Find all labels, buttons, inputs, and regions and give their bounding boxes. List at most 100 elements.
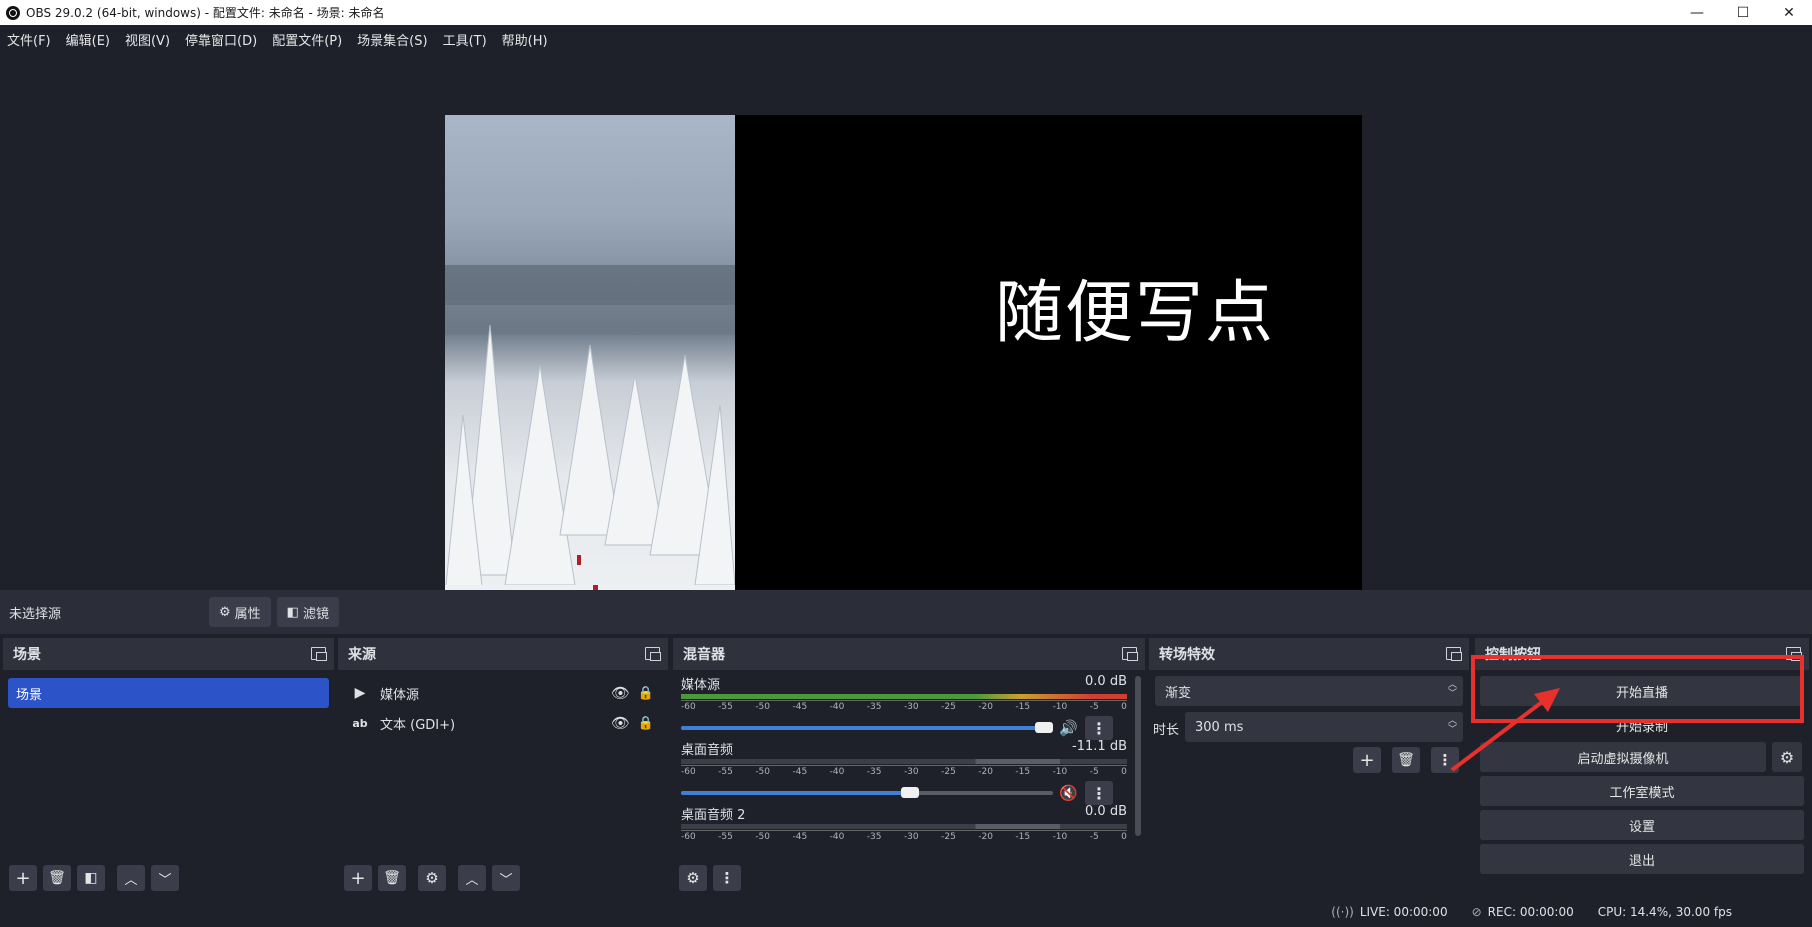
- add-scene-button[interactable]: +: [9, 865, 37, 891]
- meter-tick-label: -25: [941, 832, 956, 842]
- speaker-icon[interactable]: 🔊: [1059, 719, 1078, 737]
- lock-icon[interactable]: 🔒: [638, 686, 654, 701]
- menu-view[interactable]: 视图(V): [125, 30, 170, 49]
- scene-filters-button[interactable]: ◧: [77, 865, 105, 891]
- add-transition-button[interactable]: +: [1353, 747, 1381, 773]
- mixer-scrollbar[interactable]: [1135, 676, 1141, 836]
- trash-icon: 🗑: [383, 870, 401, 886]
- volume-fader[interactable]: 🔇 ⋮: [681, 781, 1127, 805]
- eye-icon[interactable]: 👁: [611, 714, 630, 732]
- media-source-video[interactable]: [445, 115, 735, 630]
- chevron-down-icon: ﹀: [499, 872, 513, 888]
- fader-knob[interactable]: [901, 787, 919, 798]
- meter-tick-label: -15: [1015, 832, 1031, 842]
- add-source-button[interactable]: +: [344, 865, 372, 891]
- meter-tick-label: 0: [1121, 832, 1127, 842]
- move-scene-down-button[interactable]: ﹀: [151, 865, 179, 891]
- remove-source-button[interactable]: 🗑: [378, 865, 406, 891]
- channel-name: 桌面音频 2: [681, 808, 746, 823]
- studio-mode-button[interactable]: 工作室模式: [1480, 776, 1804, 806]
- filters-button[interactable]: ◧ 滤镜: [276, 597, 339, 627]
- cpu-status: CPU: 14.4%, 30.00 fps: [1597, 904, 1732, 919]
- source-properties-button[interactable]: ⚙: [418, 865, 446, 891]
- volume-fader[interactable]: 🔊 ⋮: [681, 716, 1127, 740]
- exit-button[interactable]: 退出: [1480, 844, 1804, 874]
- eye-icon[interactable]: 👁: [611, 684, 630, 702]
- undock-icon[interactable]: [1122, 647, 1138, 661]
- meter-tick-label: -30: [903, 767, 919, 777]
- menu-scene-collection[interactable]: 场景集合(S): [357, 30, 427, 49]
- meter-tick-label: -35: [866, 702, 882, 712]
- meter-tick-label: -5: [1089, 767, 1099, 777]
- channel-db: 0.0 dB: [1085, 804, 1127, 819]
- move-scene-up-button[interactable]: ︿: [117, 865, 145, 891]
- move-source-down-button[interactable]: ﹀: [492, 865, 520, 891]
- source-toolbar: 未选择源 ⚙ 属性 ◧ 滤镜: [0, 590, 1812, 634]
- meter-scale: -60 -55 -50 -45 -40 -35 -30 -25 -20 -15 -10 -5 0: [681, 765, 1127, 779]
- menu-file[interactable]: 文件(F): [7, 30, 51, 49]
- no-source-selected-label: 未选择源: [9, 606, 62, 622]
- channel-menu-button[interactable]: ⋮: [1085, 781, 1113, 805]
- maximize-button[interactable]: ☐: [1720, 0, 1766, 25]
- settings-button[interactable]: 设置: [1480, 810, 1804, 840]
- menu-tools[interactable]: 工具(T): [443, 30, 487, 49]
- channel-menu-button[interactable]: ⋮: [1085, 716, 1113, 740]
- meter-tick-label: -30: [903, 702, 919, 712]
- preview-area[interactable]: 随便写点: [0, 54, 1812, 632]
- advanced-audio-button[interactable]: ⚙: [679, 865, 707, 891]
- source-item-text[interactable]: ab 文本 (GDI+) 👁 🔒: [350, 710, 660, 736]
- meter-tick-label: -5: [1089, 832, 1099, 842]
- virtual-camera-settings-button[interactable]: ⚙: [1772, 742, 1802, 772]
- menu-help[interactable]: 帮助(H): [502, 30, 548, 49]
- fader-knob[interactable]: [1035, 722, 1053, 733]
- scene-item[interactable]: 场景: [8, 678, 329, 708]
- meter-tick-label: -60: [681, 832, 696, 842]
- filters-label: 滤镜: [302, 606, 329, 622]
- muted-speaker-icon[interactable]: 🔇: [1059, 784, 1078, 802]
- text-icon: ab: [352, 716, 368, 730]
- meter-tick-label: -20: [978, 702, 993, 712]
- menu-docks[interactable]: 停靠窗口(D): [185, 30, 257, 49]
- title-bar: OBS 29.0.2 (64-bit, windows) - 配置文件: 未命名…: [0, 0, 1812, 25]
- undock-icon[interactable]: [1446, 647, 1462, 661]
- window-controls: — ☐ ✕: [1674, 0, 1812, 25]
- undock-icon[interactable]: [311, 647, 327, 661]
- move-source-up-button[interactable]: ︿: [458, 865, 486, 891]
- remove-scene-button[interactable]: 🗑: [43, 865, 71, 891]
- scenes-footer: + 🗑 ◧ ︿ ﹀: [3, 861, 334, 895]
- meter-tick-label: -20: [978, 832, 993, 842]
- properties-button[interactable]: ⚙ 属性: [209, 597, 271, 627]
- meter-tick-label: -55: [718, 702, 733, 712]
- scenes-dock: 场景 场景 + 🗑 ◧ ︿ ﹀: [3, 638, 334, 895]
- menu-edit[interactable]: 编辑(E): [66, 30, 110, 49]
- scenes-list: 场景 + 🗑 ◧ ︿ ﹀: [3, 670, 334, 895]
- text-source-content[interactable]: 随便写点: [995, 257, 1275, 356]
- lock-icon[interactable]: 🔒: [638, 716, 654, 731]
- menu-profile[interactable]: 配置文件(P): [272, 30, 342, 49]
- meter-tick-label: -35: [866, 767, 882, 777]
- duration-spinbox[interactable]: 300 ms ︿ ﹀: [1185, 712, 1463, 742]
- source-item-media[interactable]: ▶ 媒体源 👁 🔒: [350, 680, 660, 706]
- undock-icon[interactable]: [645, 647, 661, 661]
- mixer-channel-header: 桌面音频 2 0.0 dB: [681, 804, 1127, 823]
- preview-canvas[interactable]: 随便写点: [445, 115, 1362, 630]
- mixer-menu-button[interactable]: ⋮: [713, 865, 741, 891]
- status-bar: ((·)) LIVE: 00:00:00 ⊘ REC: 00:00:00 CPU…: [0, 896, 1812, 927]
- transition-select[interactable]: 渐变 ︿ ﹀: [1155, 676, 1463, 706]
- close-button[interactable]: ✕: [1766, 0, 1812, 25]
- filter-icon: ◧: [286, 604, 299, 620]
- gear-icon: ⚙: [219, 604, 231, 620]
- preview-scrollbar[interactable]: [1804, 108, 1812, 632]
- meter-tick-label: 0: [1121, 702, 1127, 712]
- meter-tick-label: -50: [755, 702, 771, 712]
- mixer-footer: ⚙ ⋮: [673, 861, 1145, 895]
- meter-tick-label: -60: [681, 702, 696, 712]
- live-time: LIVE: 00:00:00: [1359, 904, 1448, 919]
- mixer-channel-header: 桌面音频 -11.1 dB: [681, 739, 1127, 758]
- broadcast-icon: ((·)): [1331, 904, 1354, 919]
- gear-icon: ⚙: [1779, 747, 1795, 767]
- meter-scale: -60 -55 -50 -45 -40 -35 -30 -25 -20 -15 -10 -5 0: [681, 830, 1127, 844]
- minimize-button[interactable]: —: [1674, 0, 1720, 25]
- meter-tick-label: -55: [718, 832, 733, 842]
- remove-transition-button[interactable]: 🗑: [1392, 747, 1420, 773]
